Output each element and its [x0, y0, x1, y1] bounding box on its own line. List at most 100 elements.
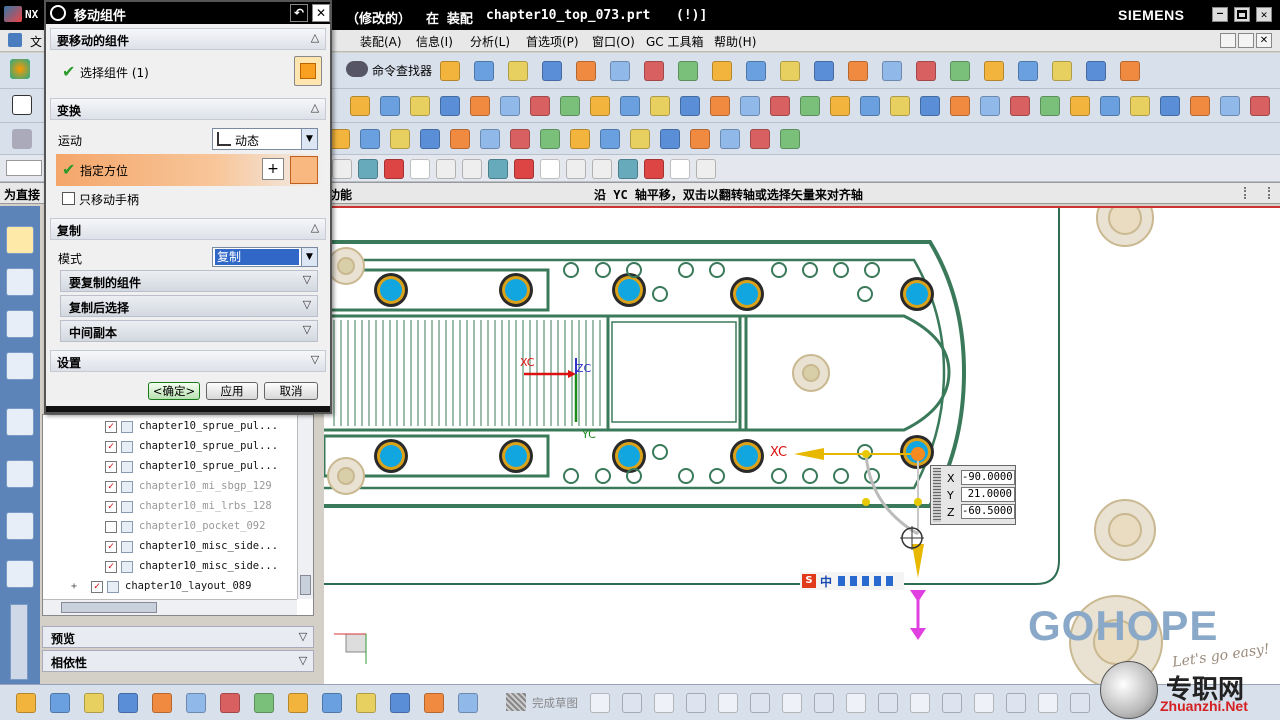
nav-tree-row[interactable]: ✓ chapter10_mi_lrbs_128	[43, 497, 293, 517]
toolbar-icon[interactable]	[220, 693, 240, 713]
toolbar-icon[interactable]	[920, 96, 940, 116]
toolbar-icon[interactable]	[1220, 96, 1240, 116]
nav-tree-row[interactable]: ✓ chapter10_mi_sbgp_129	[43, 477, 293, 497]
toolbar-icon[interactable]	[1070, 693, 1090, 713]
toolbar-icon[interactable]	[720, 129, 740, 149]
point-dialog-button[interactable]: +	[262, 158, 284, 180]
part-navigator-icon[interactable]	[6, 310, 34, 338]
menu-assemblies[interactable]: 装配(A)	[360, 33, 402, 50]
motion-select[interactable]: 动态 ▼	[212, 128, 318, 150]
toolbar-icon[interactable]	[384, 159, 404, 179]
doc-restore-button[interactable]	[1238, 33, 1254, 48]
toolbar-icon[interactable]	[696, 159, 716, 179]
ok-button[interactable]: <确定>	[148, 382, 200, 400]
dropdown-arrow-icon[interactable]: ▼	[301, 129, 317, 149]
toolbar-icon[interactable]	[570, 129, 590, 149]
nav-hscroll[interactable]	[43, 599, 297, 615]
toolbar-icon[interactable]	[530, 96, 550, 116]
specify-orientation-row[interactable]: ✔ 指定方位 +	[56, 154, 324, 186]
cancel-button[interactable]: 取消	[264, 382, 318, 400]
toolbar-icon[interactable]	[440, 61, 460, 81]
toolbar-icon[interactable]	[848, 61, 868, 81]
toolbar-icon[interactable]	[356, 693, 376, 713]
toolbar-icon[interactable]	[410, 159, 430, 179]
toolbar-icon[interactable]	[500, 96, 520, 116]
toolbar-icon[interactable]	[1250, 96, 1270, 116]
toolbar-icon[interactable]	[50, 693, 70, 713]
toolbar-icon[interactable]	[780, 61, 800, 81]
coord-grip-icon[interactable]	[933, 468, 941, 522]
toolbar-icon[interactable]	[410, 96, 430, 116]
finish-sketch-label[interactable]: 完成草图	[532, 695, 578, 711]
toolbar-icon[interactable]	[782, 693, 802, 713]
visibility-checkbox[interactable]: ✓	[105, 461, 117, 473]
expand-icon[interactable]: +	[71, 581, 77, 592]
copy-section-header[interactable]: 复制 △	[50, 218, 326, 240]
toolbar-icon[interactable]	[710, 96, 730, 116]
nav-dependency-panel[interactable]: 相依性 ▽	[42, 650, 314, 672]
transform-section-header[interactable]: 变换 △	[50, 98, 326, 120]
visibility-checkbox[interactable]: ✓	[105, 421, 117, 433]
menu-help[interactable]: 帮助(H)	[714, 33, 756, 50]
z-coordinate-field[interactable]: -60.5000	[961, 504, 1015, 519]
toolbar-icon[interactable]	[590, 96, 610, 116]
menu-preferences[interactable]: 首选项(P)	[526, 33, 579, 50]
toolbar-icon[interactable]	[882, 61, 902, 81]
csys-dialog-button[interactable]	[290, 156, 318, 184]
nav-tree-row[interactable]: ✓ chapter10_sprue_pul...	[43, 437, 293, 457]
toolbar-icon[interactable]	[322, 693, 342, 713]
toolbar-icon[interactable]	[508, 61, 528, 81]
toolbar-icon[interactable]	[942, 693, 962, 713]
ime-toolbar[interactable]: S 中	[800, 572, 904, 590]
gear-icon[interactable]	[50, 5, 66, 21]
select-after-copy-header[interactable]: 复制后选择 ▽	[60, 295, 318, 317]
toolbar-icon[interactable]	[514, 159, 534, 179]
toolbar-icon[interactable]	[980, 96, 1000, 116]
toolbar-icon[interactable]	[750, 129, 770, 149]
toolbar-icon[interactable]	[1052, 61, 1072, 81]
toolbar-icon[interactable]	[566, 159, 586, 179]
web-browser-icon[interactable]	[6, 460, 34, 488]
toolbar-icon[interactable]	[330, 129, 350, 149]
toolbar-icon[interactable]	[360, 129, 380, 149]
only-move-handle-checkbox[interactable]	[62, 192, 75, 205]
toolbar-icon[interactable]	[1086, 61, 1106, 81]
menu-information[interactable]: 信息(I)	[416, 33, 453, 50]
components-section-header[interactable]: 要移动的组件 △	[50, 28, 326, 50]
toolbar-icon[interactable]	[1006, 693, 1026, 713]
toolbar-icon[interactable]	[654, 693, 674, 713]
visibility-checkbox[interactable]: ✓	[105, 441, 117, 453]
visibility-checkbox[interactable]: ✓	[105, 541, 117, 553]
toolbar-icon[interactable]	[916, 61, 936, 81]
toolbar-icon[interactable]	[1130, 96, 1150, 116]
toolbar-icon[interactable]	[254, 693, 274, 713]
nav-tree-row[interactable]: chapter10_pocket_092	[43, 517, 293, 537]
toolbar-icon[interactable]	[1040, 96, 1060, 116]
toolbar-icon[interactable]	[780, 129, 800, 149]
visibility-checkbox[interactable]: ✓	[105, 481, 117, 493]
toolbar-icon[interactable]	[424, 693, 444, 713]
toolbar-icon[interactable]	[540, 129, 560, 149]
toolbar-icon[interactable]	[186, 693, 206, 713]
toolbar-icon[interactable]	[1070, 96, 1090, 116]
toolbar-icon[interactable]	[644, 159, 664, 179]
toolbar-icon[interactable]	[462, 159, 482, 179]
toolbar-icon[interactable]	[440, 96, 460, 116]
toolbar-icon[interactable]	[950, 61, 970, 81]
toolbar-icon[interactable]	[488, 159, 508, 179]
toolbar-icon[interactable]	[380, 96, 400, 116]
select-component-button[interactable]	[294, 56, 322, 86]
toolbar-icon[interactable]	[750, 693, 770, 713]
toolbar-icon[interactable]	[332, 159, 352, 179]
visibility-checkbox[interactable]	[105, 521, 117, 533]
toolbar-icon[interactable]	[630, 129, 650, 149]
nav-preview-panel[interactable]: 预览 ▽	[42, 626, 314, 648]
toolbar-icon[interactable]	[618, 159, 638, 179]
nav-tree-row[interactable]: + ✓ chapter10_layout_089	[43, 577, 293, 597]
filter-box[interactable]	[6, 160, 42, 176]
toolbar-icon[interactable]	[350, 96, 370, 116]
dialog-close-button[interactable]: ✕	[312, 4, 330, 22]
toolbar-icon[interactable]	[152, 693, 172, 713]
toolbar-icon[interactable]	[560, 96, 580, 116]
toolbar-icon[interactable]	[510, 129, 530, 149]
